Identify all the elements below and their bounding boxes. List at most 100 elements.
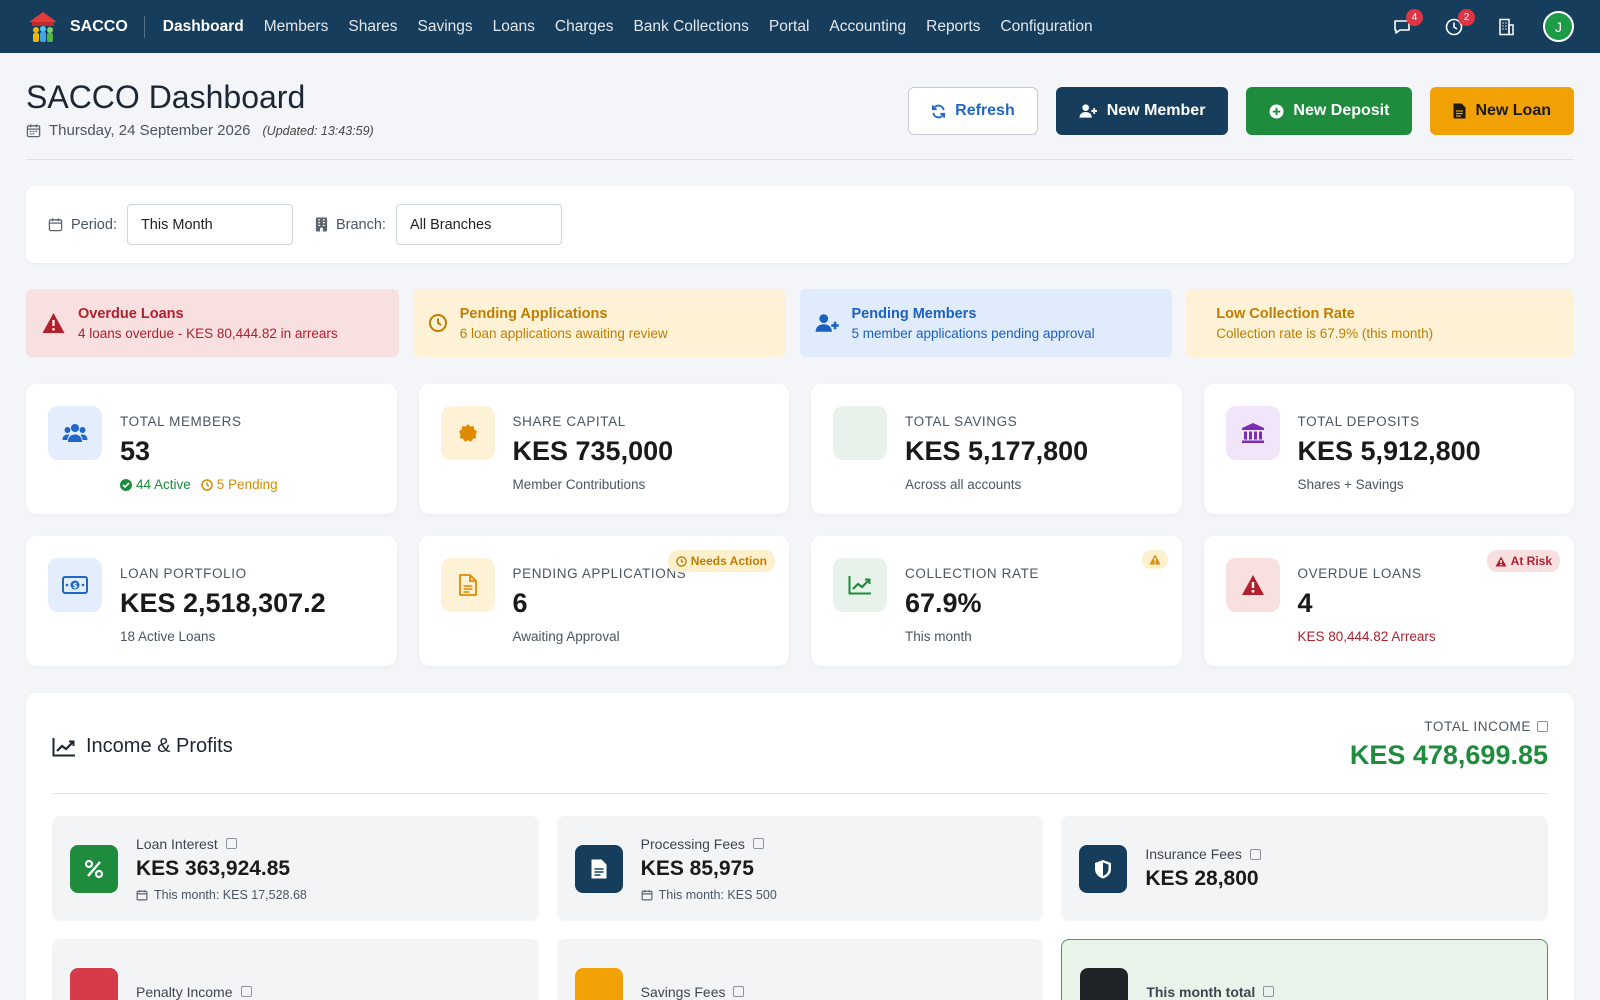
stat-value: KES 2,518,307.2 (120, 588, 326, 618)
user-avatar[interactable]: J (1543, 11, 1574, 42)
check-circle-icon (120, 478, 132, 491)
needs-action-badge: Needs Action (667, 550, 775, 572)
current-date: Thursday, 24 September 2026 (49, 122, 251, 139)
alert-title: Low Collection Rate (1216, 305, 1355, 322)
main-menu: Dashboard Members Shares Savings Loans C… (153, 18, 1103, 36)
calendar-icon (641, 889, 653, 900)
building-icon (1499, 18, 1514, 35)
income-label: Loan Interest (136, 836, 307, 852)
date-row: Thursday, 24 September 2026 (Updated: 13… (26, 122, 374, 139)
income-grid: Loan Interest KES 363,924.85 This month:… (52, 816, 1548, 1000)
income-value: KES 28,800 (1145, 867, 1259, 890)
brand-name: SACCO (70, 17, 128, 35)
active-count: 44 Active (120, 477, 191, 492)
alert-pending-applications[interactable]: Pending Applications 6 loan applications… (412, 289, 786, 357)
top-navbar: SACCO Dashboard Members Shares Savings L… (0, 0, 1600, 53)
external-link-icon[interactable] (225, 838, 237, 849)
stat-total-members[interactable]: TOTAL MEMBERS 53 44 Active 5 Pending (26, 384, 397, 514)
alert-overdue-loans[interactable]: Overdue Loans 4 loans overdue - KES 80,4… (26, 289, 399, 357)
users-icon (48, 406, 102, 460)
stat-loan-portfolio[interactable]: $ LOAN PORTFOLIO KES 2,518,307.2 18 Acti… (26, 536, 397, 666)
external-link-icon[interactable] (733, 986, 745, 997)
calendar-icon (136, 889, 148, 900)
stat-collection-rate[interactable]: COLLECTION RATE 67.9% This month (811, 536, 1182, 666)
nav-loans[interactable]: Loans (483, 18, 545, 36)
income-insurance-fees[interactable]: Insurance Fees KES 28,800 (1061, 816, 1548, 921)
alert-text: 6 loan applications awaiting review (459, 325, 668, 341)
stat-label: OVERDUE LOANS (1297, 566, 1422, 581)
shield-icon (1079, 844, 1128, 893)
income-value: KES 85,975 (640, 856, 754, 880)
nav-members[interactable]: Members (254, 18, 339, 36)
external-link-icon[interactable] (1537, 721, 1548, 732)
nav-reports[interactable]: Reports (916, 18, 990, 36)
total-income-label-text: TOTAL INCOME (1424, 719, 1531, 734)
alert-text: Collection rate is 67.9% (this month) (1216, 325, 1434, 341)
income-label: Savings Fees (641, 984, 745, 1000)
stat-total-savings[interactable]: TOTAL SAVINGS KES 5,177,800 Across all a… (811, 384, 1182, 514)
alert-row: Overdue Loans 4 loans overdue - KES 80,4… (26, 289, 1574, 357)
new-member-button[interactable]: New Member (1055, 87, 1229, 135)
file-icon (440, 558, 495, 612)
external-link-icon[interactable] (752, 838, 764, 849)
month-total-icon (1080, 967, 1129, 1000)
stat-share-capital[interactable]: SHARE CAPITAL KES 735,000 Member Contrib… (418, 384, 789, 514)
branch-button[interactable] (1491, 12, 1521, 42)
stat-total-deposits[interactable]: TOTAL DEPOSITS KES 5,912,800 Shares + Sa… (1203, 384, 1574, 514)
percent-icon (70, 844, 118, 893)
refresh-button[interactable]: Refresh (908, 87, 1038, 135)
stat-label: COLLECTION RATE (905, 566, 1040, 581)
refresh-icon (932, 104, 946, 118)
external-link-icon[interactable] (240, 986, 252, 997)
stat-sub: Shares + Savings (1297, 477, 1404, 492)
nav-portal[interactable]: Portal (759, 18, 820, 36)
income-title-text: Income & Profits (86, 735, 233, 757)
stat-value: 6 (512, 588, 528, 618)
stat-overdue-loans[interactable]: OVERDUE LOANS 4 KES 80,444.82 Arrears At… (1203, 536, 1574, 666)
nav-accounting[interactable]: Accounting (819, 18, 916, 36)
branch-select[interactable]: All Branches (395, 204, 562, 245)
alert-text: 5 member applications pending approval (851, 325, 1095, 341)
brand[interactable]: SACCO (26, 11, 145, 42)
total-income[interactable]: TOTAL INCOME KES 478,699.85 (1350, 719, 1548, 771)
period-select[interactable]: This Month (126, 204, 293, 245)
external-link-icon[interactable] (1249, 848, 1261, 860)
income-sub: This month: KES 17,528.68 (136, 888, 307, 902)
file-icon (574, 844, 623, 893)
stat-cards: TOTAL MEMBERS 53 44 Active 5 Pending SHA… (26, 384, 1574, 666)
nav-dashboard[interactable]: Dashboard (153, 18, 254, 36)
page-header: SACCO Dashboard Thursday, 24 September 2… (26, 53, 1574, 160)
svg-text:$: $ (73, 582, 78, 590)
new-deposit-label: New Deposit (1293, 102, 1390, 119)
income-penalty-income[interactable]: Penalty Income (52, 939, 539, 1000)
alert-low-collection-rate[interactable]: Low Collection Rate Collection rate is 6… (1186, 289, 1574, 357)
pending-button[interactable]: 2 (1439, 8, 1475, 42)
nav-charges[interactable]: Charges (545, 18, 624, 36)
income-title: Income & Profits (52, 735, 233, 758)
income-label: Penalty Income (136, 984, 252, 1000)
income-processing-fees[interactable]: Processing Fees KES 85,975 This month: K… (556, 816, 1044, 921)
income-this-month-total[interactable]: This month total (1061, 939, 1548, 1000)
chart-line-icon (52, 737, 75, 756)
alert-pending-members[interactable]: Pending Members 5 member applications pe… (799, 289, 1173, 357)
income-savings-fees[interactable]: Savings Fees (556, 939, 1044, 1000)
nav-savings[interactable]: Savings (407, 18, 482, 36)
stat-value: KES 5,177,800 (905, 436, 1089, 466)
new-loan-label: New Loan (1475, 102, 1551, 119)
income-loan-interest[interactable]: Loan Interest KES 363,924.85 This month:… (52, 816, 539, 921)
pending-count-badge: 2 (1458, 8, 1475, 26)
nav-configuration[interactable]: Configuration (990, 18, 1102, 36)
income-label-text: Loan Interest (136, 835, 218, 852)
stat-label: PENDING APPLICATIONS (512, 566, 687, 581)
money-bill-icon: $ (48, 558, 102, 612)
updated-time: (Updated: 13:43:59) (262, 123, 374, 138)
income-sub-text: This month: KES 17,528.68 (154, 887, 307, 902)
external-link-icon[interactable] (1263, 986, 1275, 997)
messages-button[interactable]: 4 (1387, 8, 1423, 42)
refresh-label: Refresh (955, 102, 1015, 119)
new-loan-button[interactable]: New Loan (1430, 87, 1574, 135)
stat-pending-applications[interactable]: PENDING APPLICATIONS 6 Awaiting Approval… (418, 536, 789, 666)
new-deposit-button[interactable]: New Deposit (1246, 87, 1413, 135)
nav-bank-collections[interactable]: Bank Collections (623, 18, 758, 36)
nav-shares[interactable]: Shares (338, 18, 407, 36)
